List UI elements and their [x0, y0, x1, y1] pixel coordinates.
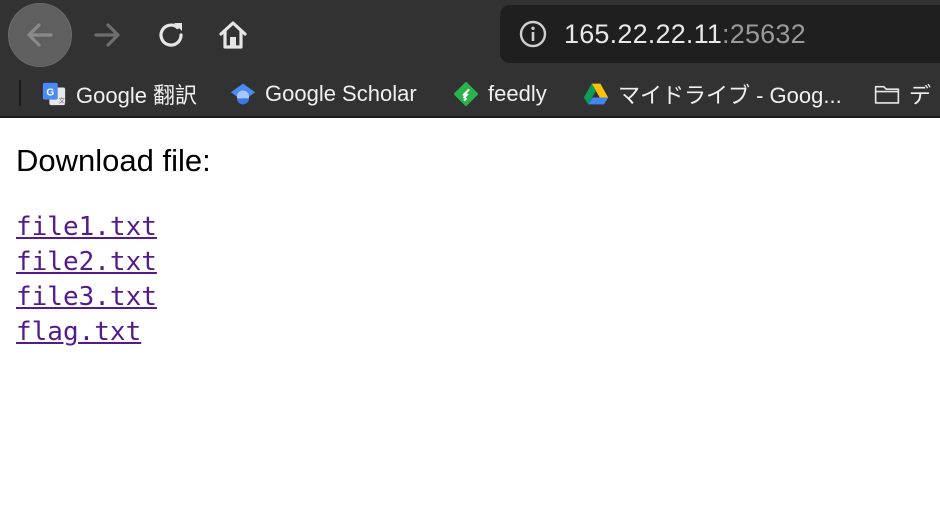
page-content: Download file: file1.txt file2.txt file3…: [0, 118, 940, 350]
url-text[interactable]: 165.22.22.11:25632: [564, 19, 806, 50]
file-list: file1.txt file2.txt file3.txt flag.txt: [16, 210, 924, 350]
bookmark-label: マイドライブ - Goog...: [618, 83, 842, 108]
google-scholar-icon: [230, 81, 256, 107]
url-port: :25632: [722, 18, 806, 49]
list-item: file1.txt: [16, 210, 924, 245]
arrow-left-icon: [27, 23, 53, 47]
bookmark-feedly[interactable]: feedly: [453, 70, 547, 116]
bookmark-google-scholar[interactable]: Google Scholar: [230, 70, 417, 116]
url-host: 165.22.22.11: [564, 18, 723, 49]
list-item: file2.txt: [16, 245, 924, 280]
page-heading: Download file:: [16, 143, 211, 178]
svg-text:文: 文: [59, 95, 66, 104]
bookmark-folder[interactable]: デ: [874, 70, 932, 116]
google-drive-icon: [583, 81, 609, 107]
reload-icon: [159, 23, 183, 47]
home-button[interactable]: [208, 10, 258, 60]
svg-text:G: G: [46, 87, 54, 98]
forward-button[interactable]: [82, 10, 132, 60]
bookmark-label: feedly: [488, 81, 547, 106]
list-item: file3.txt: [16, 280, 924, 315]
bookmark-label: Google 翻訳: [76, 83, 198, 108]
arrow-right-icon: [94, 23, 120, 47]
bookmark-label: Google Scholar: [265, 81, 417, 106]
file-link-flag[interactable]: flag.txt: [16, 317, 141, 347]
bookmark-label: デ: [909, 83, 932, 108]
bookmark-google-drive[interactable]: マイドライブ - Goog...: [583, 70, 842, 116]
bookmarks-bar: G 文 Google 翻訳 Google Scholar feedly マイドラ…: [0, 70, 940, 118]
bookmarks-divider: [19, 80, 21, 106]
folder-icon: [874, 81, 900, 107]
info-icon[interactable]: [516, 17, 550, 51]
back-button[interactable]: [8, 3, 72, 67]
file-link-file1[interactable]: file1.txt: [16, 212, 157, 242]
feedly-icon: [453, 81, 479, 107]
address-bar[interactable]: 165.22.22.11:25632: [500, 5, 940, 63]
browser-toolbar: 165.22.22.11:25632: [0, 0, 940, 70]
reload-button[interactable]: [146, 10, 196, 60]
google-translate-icon: G 文: [41, 81, 67, 107]
file-link-file3[interactable]: file3.txt: [16, 282, 157, 312]
bookmark-google-translate[interactable]: G 文 Google 翻訳: [41, 70, 198, 116]
list-item: flag.txt: [16, 315, 924, 350]
home-icon: [219, 21, 247, 49]
file-link-file2[interactable]: file2.txt: [16, 247, 157, 277]
